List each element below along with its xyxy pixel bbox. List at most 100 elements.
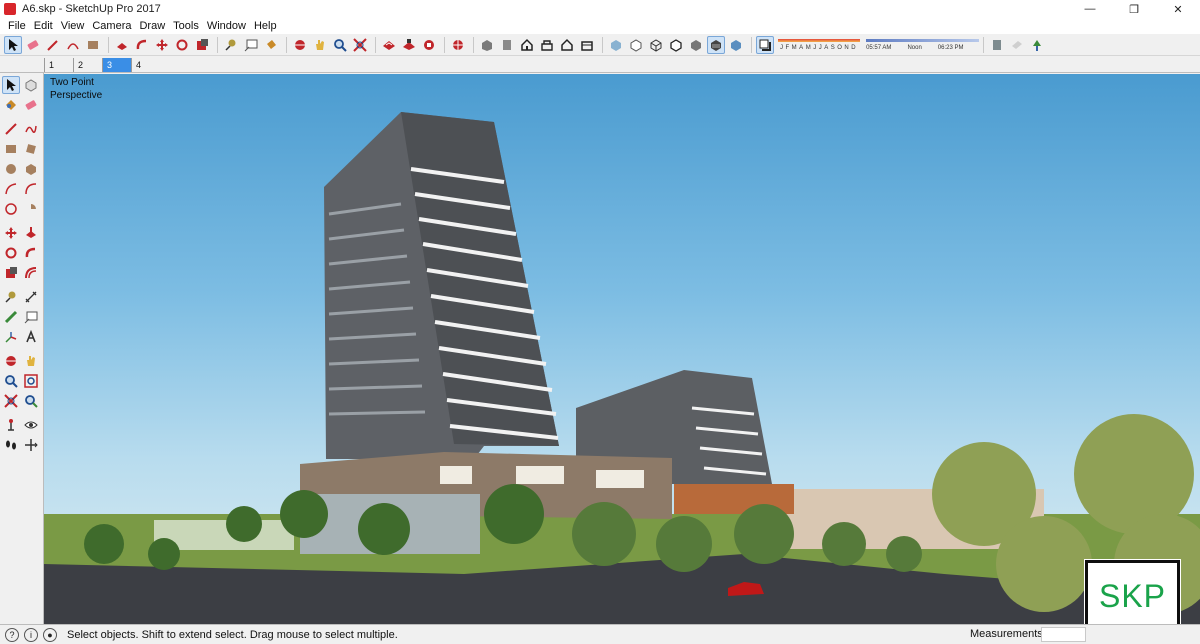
geo-location-icon[interactable]: ?: [5, 627, 19, 642]
scene-tab-4[interactable]: 4: [131, 58, 160, 72]
two-point-arc-tool[interactable]: [23, 180, 41, 198]
offset-tool[interactable]: [23, 264, 41, 282]
back-edges-button[interactable]: [627, 36, 645, 54]
paint-bucket-button[interactable]: [262, 36, 280, 54]
pan-tool[interactable]: [23, 352, 41, 370]
wireframe-button[interactable]: [647, 36, 665, 54]
follow-me-tool[interactable]: [23, 244, 41, 262]
walk-tool[interactable]: [2, 436, 20, 454]
select-tool[interactable]: [2, 76, 20, 94]
menu-view[interactable]: View: [57, 20, 89, 32]
extension-warehouse-button[interactable]: [420, 36, 438, 54]
shaded-button[interactable]: [687, 36, 705, 54]
line-tool-button[interactable]: [44, 36, 62, 54]
menu-draw[interactable]: Draw: [135, 20, 169, 32]
fog-button[interactable]: [1008, 36, 1026, 54]
pie-tool[interactable]: [23, 200, 41, 218]
rotate-tool-button[interactable]: [173, 36, 191, 54]
move-tool[interactable]: [2, 224, 20, 242]
menu-help[interactable]: Help: [250, 20, 281, 32]
three-point-arc-tool[interactable]: [2, 200, 20, 218]
share-model-button[interactable]: [400, 36, 418, 54]
select-tool-button[interactable]: [4, 35, 22, 54]
push-pull-tool[interactable]: [23, 224, 41, 242]
iso-view-button[interactable]: [478, 36, 496, 54]
right-view-button[interactable]: [538, 36, 556, 54]
dimension-tool[interactable]: [23, 288, 41, 306]
menu-camera[interactable]: Camera: [88, 20, 135, 32]
zoom-extents-tool[interactable]: [2, 392, 20, 410]
text-tool[interactable]: [23, 308, 41, 326]
eraser-tool[interactable]: [23, 96, 41, 114]
menu-tools[interactable]: Tools: [169, 20, 203, 32]
previous-view-tool[interactable]: [23, 392, 41, 410]
3d-text-tool[interactable]: [23, 328, 41, 346]
zoom-extents-button[interactable]: [351, 36, 369, 54]
shadow-date-slider[interactable]: J F M A M J J A S O N D 05:57 AM Noon 06…: [778, 36, 980, 54]
minimize-button[interactable]: —: [1068, 0, 1112, 18]
shadow-time-slider[interactable]: 05:57 AM Noon 06:23 PM: [866, 38, 980, 51]
month-label: O: [837, 44, 843, 51]
text-tool-button[interactable]: [242, 36, 260, 54]
line-tool[interactable]: [2, 120, 20, 138]
front-view-button[interactable]: [518, 36, 536, 54]
polygon-tool[interactable]: [23, 160, 41, 178]
orbit-tool[interactable]: [2, 352, 20, 370]
display-shadows-button[interactable]: [756, 35, 774, 54]
tape-measure-tool[interactable]: [2, 288, 20, 306]
paint-bucket-tool[interactable]: [2, 96, 20, 114]
rectangle-tool[interactable]: [2, 140, 20, 158]
section-plane-tool[interactable]: [23, 436, 41, 454]
move-tool-button[interactable]: [153, 36, 171, 54]
menu-edit[interactable]: Edit: [30, 20, 57, 32]
freehand-tool[interactable]: [23, 120, 41, 138]
push-pull-button[interactable]: [113, 36, 131, 54]
eraser-tool-button[interactable]: [24, 36, 42, 54]
position-camera-tool[interactable]: [2, 416, 20, 434]
look-around-tool[interactable]: [23, 416, 41, 434]
add-location-button[interactable]: [1028, 36, 1046, 54]
zoom-button[interactable]: [331, 36, 349, 54]
shape-tool-button[interactable]: [84, 36, 102, 54]
xray-style-button[interactable]: [607, 36, 625, 54]
pie-icon: [31, 204, 37, 209]
scene-tab-2[interactable]: 2: [73, 58, 102, 72]
measurements-input[interactable]: [1041, 627, 1086, 642]
arc-tool-button[interactable]: [64, 36, 82, 54]
top-view-button[interactable]: [498, 36, 516, 54]
monochrome-button[interactable]: [727, 36, 745, 54]
axes-tool[interactable]: [2, 328, 20, 346]
section-plane-button[interactable]: [988, 36, 1006, 54]
make-component-tool[interactable]: [23, 76, 40, 94]
scale-tool-button[interactable]: [193, 36, 211, 54]
arc-tool[interactable]: [2, 180, 20, 198]
model-info-button[interactable]: [449, 36, 467, 54]
circle-tool[interactable]: [2, 160, 20, 178]
orbit-button[interactable]: [291, 36, 309, 54]
zoom-window-tool[interactable]: [23, 372, 41, 390]
scene-tab-1[interactable]: 1: [44, 58, 73, 72]
credits-info-icon[interactable]: i: [24, 627, 38, 642]
rotate-tool[interactable]: [2, 244, 20, 262]
scale-tool[interactable]: [2, 264, 20, 282]
maximize-button[interactable]: ❐: [1112, 0, 1156, 18]
tape-measure-button[interactable]: [222, 36, 240, 54]
follow-me-button[interactable]: [133, 36, 151, 54]
model-viewport[interactable]: Two Point Perspective: [44, 74, 1200, 624]
zoom-extents-icon: [4, 394, 18, 408]
close-button[interactable]: ✕: [1156, 0, 1200, 18]
back-view-button[interactable]: [558, 36, 576, 54]
protractor-tool[interactable]: [2, 308, 20, 326]
zoom-tool[interactable]: [2, 372, 20, 390]
hidden-line-button[interactable]: [667, 36, 685, 54]
warehouse-button[interactable]: [380, 36, 398, 54]
left-view-button[interactable]: [578, 36, 596, 54]
shaded-textures-button[interactable]: [707, 35, 725, 54]
rotated-rectangle-tool[interactable]: [23, 140, 41, 158]
left-house-icon: [581, 40, 593, 51]
pan-button[interactable]: [311, 36, 329, 54]
scene-tab-3[interactable]: 3: [102, 58, 131, 72]
menu-file[interactable]: File: [4, 20, 30, 32]
menu-window[interactable]: Window: [203, 20, 250, 32]
user-account-icon[interactable]: ●: [43, 627, 57, 642]
